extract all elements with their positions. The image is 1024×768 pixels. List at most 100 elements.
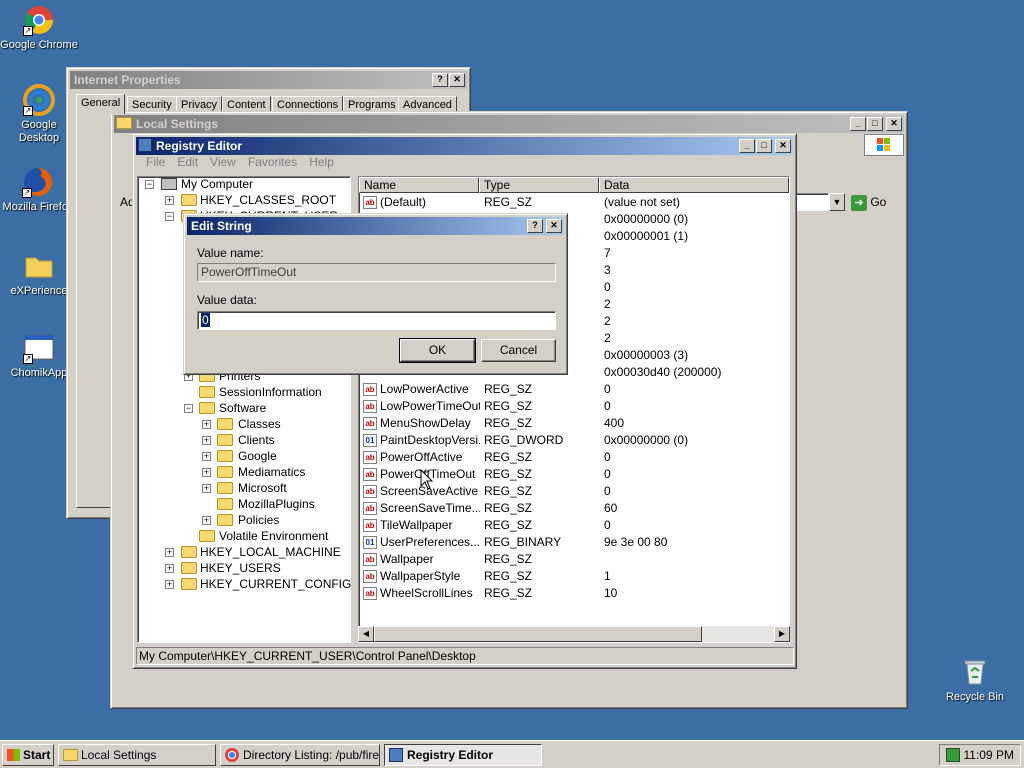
maximize-button[interactable]: □ xyxy=(867,117,883,131)
value-data: 2 xyxy=(604,297,611,311)
collapse-toggle[interactable]: − xyxy=(165,212,174,221)
binary-value-icon: 01 xyxy=(363,434,377,447)
string-value-icon: ab xyxy=(363,587,377,600)
minimize-button[interactable]: _ xyxy=(850,117,866,131)
menu-file[interactable]: File xyxy=(140,155,171,169)
tree-item-session[interactable]: SessionInformation xyxy=(219,384,322,400)
tree-item-hku[interactable]: HKEY_USERS xyxy=(200,560,281,576)
minimize-button[interactable]: _ xyxy=(739,139,755,153)
expand-toggle[interactable]: + xyxy=(165,580,174,589)
expand-toggle[interactable]: + xyxy=(202,484,211,493)
tree-item-google[interactable]: Google xyxy=(238,448,277,464)
windows-logo-icon xyxy=(7,749,20,761)
address-input[interactable] xyxy=(795,193,829,211)
menu-favorites[interactable]: Favorites xyxy=(242,155,303,169)
value-data: 0 xyxy=(604,382,611,396)
tree-item-hkcr[interactable]: HKEY_CLASSES_ROOT xyxy=(200,192,336,208)
value-data: 3 xyxy=(604,263,611,277)
value-type: REG_SZ xyxy=(484,399,533,413)
value-type: REG_SZ xyxy=(484,569,533,583)
tree-item-volatile[interactable]: Volatile Environment xyxy=(219,528,328,544)
menu-edit[interactable]: Edit xyxy=(171,155,204,169)
expand-toggle[interactable]: + xyxy=(165,548,174,557)
column-header-data[interactable]: Data xyxy=(599,177,789,193)
menu-view[interactable]: View xyxy=(204,155,242,169)
tree-item-software[interactable]: Software xyxy=(219,400,266,416)
collapse-toggle[interactable]: − xyxy=(184,404,193,413)
tree-item-classes[interactable]: Classes xyxy=(238,416,281,432)
value-data: 7 xyxy=(604,246,611,260)
value-data: 0 xyxy=(604,280,611,294)
table-row[interactable]: ab LowPowerTimeOut REG_SZ 0 xyxy=(359,398,789,415)
value-type: REG_SZ xyxy=(484,450,533,464)
table-row[interactable]: ab WallpaperStyle REG_SZ 1 xyxy=(359,568,789,585)
horizontal-scrollbar[interactable]: ◀ ▶ xyxy=(358,626,790,642)
tree-item-hklm[interactable]: HKEY_LOCAL_MACHINE xyxy=(200,544,341,560)
tree-item-clients[interactable]: Clients xyxy=(238,432,275,448)
table-row[interactable]: ab ScreenSaveTime... REG_SZ 60 xyxy=(359,500,789,517)
help-button[interactable]: ? xyxy=(527,219,543,233)
string-value-icon: ab xyxy=(363,383,377,396)
table-row[interactable]: 01 UserPreferences... REG_BINARY 9e 3e 00 8… xyxy=(359,534,789,551)
table-row[interactable]: ab TileWallpaper REG_SZ 0 xyxy=(359,517,789,534)
tree-item-policies[interactable]: Policies xyxy=(238,512,279,528)
tree-item-my-computer[interactable]: My Computer xyxy=(181,176,253,192)
value-name: PaintDesktopVersi... xyxy=(380,433,480,447)
help-button[interactable]: ? xyxy=(432,73,448,87)
desktop-icon-label: Recycle Bin xyxy=(945,691,1005,703)
tree-item-microsoft[interactable]: Microsoft xyxy=(238,480,287,496)
start-button[interactable]: Start xyxy=(2,744,54,766)
string-value-icon: ab xyxy=(363,196,377,209)
value-name-label: Value name: xyxy=(197,246,264,260)
expand-toggle[interactable]: + xyxy=(202,468,211,477)
column-header-name[interactable]: Name xyxy=(359,177,479,193)
value-name-field: PowerOffTimeOut xyxy=(197,263,556,282)
ok-button[interactable]: OK xyxy=(399,338,476,363)
table-row[interactable]: ab Wallpaper REG_SZ xyxy=(359,551,789,568)
expand-toggle[interactable]: + xyxy=(165,564,174,573)
string-value-icon: ab xyxy=(363,400,377,413)
value-data: 0x00000000 (0) xyxy=(604,433,689,447)
close-button[interactable]: ✕ xyxy=(546,219,562,233)
value-data-input[interactable]: 0 xyxy=(197,311,556,330)
tree-item-mediamatics[interactable]: Mediamatics xyxy=(238,464,305,480)
expand-toggle[interactable]: + xyxy=(165,196,174,205)
task-registry-editor[interactable]: Registry Editor xyxy=(384,744,542,766)
tray-icon[interactable] xyxy=(946,748,960,762)
maximize-button[interactable]: □ xyxy=(756,139,772,153)
address-dropdown-arrow[interactable]: ▼ xyxy=(829,193,845,211)
go-button[interactable]: ➔ Go xyxy=(851,193,899,211)
collapse-toggle[interactable]: − xyxy=(145,180,154,189)
table-row[interactable]: ab (Default) REG_SZ (value not set) xyxy=(359,194,789,211)
desktop-icon-chrome[interactable]: ↗ Google Chrome xyxy=(0,4,79,52)
close-button[interactable]: ✕ xyxy=(775,139,791,153)
close-button[interactable]: ✕ xyxy=(886,117,902,131)
tree-item-hkcc[interactable]: HKEY_CURRENT_CONFIG xyxy=(200,576,351,592)
scroll-left-button[interactable]: ◀ xyxy=(358,626,374,642)
scroll-right-button[interactable]: ▶ xyxy=(774,626,790,642)
table-row[interactable]: ab PowerOffActive REG_SZ 0 xyxy=(359,449,789,466)
close-button[interactable]: ✕ xyxy=(449,73,465,87)
value-data: 0x00030d40 (200000) xyxy=(604,365,722,379)
desktop-icon-recycle-bin[interactable]: Recycle Bin xyxy=(935,656,1015,704)
scroll-thumb[interactable] xyxy=(374,626,702,642)
folder-icon xyxy=(199,386,215,398)
table-row[interactable]: ab WheelScrollLines REG_SZ 10 xyxy=(359,585,789,602)
cancel-button[interactable]: Cancel xyxy=(481,339,556,362)
table-row[interactable]: ab MenuShowDelay REG_SZ 400 xyxy=(359,415,789,432)
tab-general[interactable]: General xyxy=(76,94,126,114)
expand-toggle[interactable]: + xyxy=(202,436,211,445)
expand-toggle[interactable]: + xyxy=(202,452,211,461)
menu-bar: File Edit View Favorites Help xyxy=(140,155,340,169)
folder-icon xyxy=(181,578,197,590)
task-local-settings[interactable]: Local Settings xyxy=(58,744,216,766)
tree-item-mozillaplugins[interactable]: MozillaPlugins xyxy=(238,496,315,512)
table-row[interactable]: 01 PaintDesktopVersi... REG_DWORD 0x0000000… xyxy=(359,432,789,449)
value-data: 0 xyxy=(604,399,611,413)
menu-help[interactable]: Help xyxy=(303,155,340,169)
task-directory-listing[interactable]: Directory Listing: /pub/fire... xyxy=(220,744,380,766)
table-row[interactable]: ab LowPowerActive REG_SZ 0 xyxy=(359,381,789,398)
expand-toggle[interactable]: + xyxy=(202,516,211,525)
expand-toggle[interactable]: + xyxy=(202,420,211,429)
column-header-type[interactable]: Type xyxy=(479,177,599,193)
